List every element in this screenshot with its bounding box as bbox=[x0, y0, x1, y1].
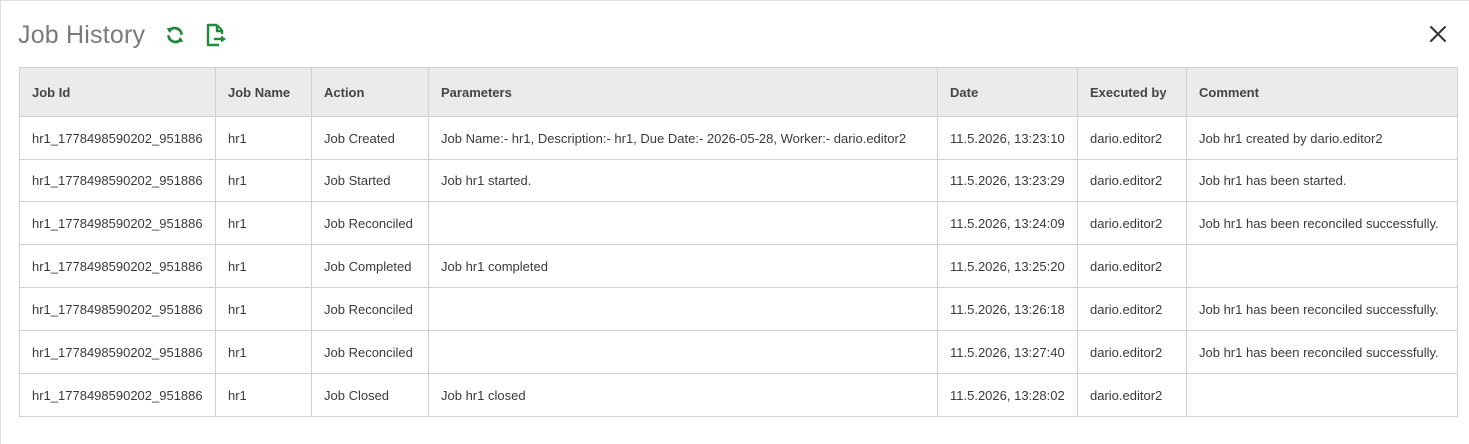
table-row[interactable]: hr1_1778498590202_951886 hr1 Job Reconci… bbox=[19, 287, 1458, 331]
cell-executed-by: dario.editor2 bbox=[1077, 373, 1187, 417]
cell-parameters: Job hr1 completed bbox=[428, 244, 938, 288]
table-row[interactable]: hr1_1778498590202_951886 hr1 Job Reconci… bbox=[19, 201, 1458, 245]
cell-parameters bbox=[428, 330, 938, 374]
cell-date: 11.5.2026, 13:25:20 bbox=[937, 244, 1078, 288]
cell-comment bbox=[1186, 244, 1458, 288]
cell-comment: Job hr1 has been reconciled successfully… bbox=[1186, 287, 1458, 331]
cell-comment: Job hr1 has been reconciled successfully… bbox=[1186, 330, 1458, 374]
job-history-dialog: Job History Job Id Job Name Action Param… bbox=[0, 0, 1469, 444]
cell-job-id: hr1_1778498590202_951886 bbox=[19, 116, 216, 160]
cell-job-id: hr1_1778498590202_951886 bbox=[19, 159, 216, 202]
cell-action: Job Reconciled bbox=[311, 287, 429, 331]
cell-job-id: hr1_1778498590202_951886 bbox=[19, 287, 216, 331]
cell-job-name: hr1 bbox=[215, 373, 312, 417]
cell-comment bbox=[1186, 373, 1458, 417]
cell-date: 11.5.2026, 13:24:09 bbox=[937, 201, 1078, 245]
cell-job-name: hr1 bbox=[215, 201, 312, 245]
column-header-action[interactable]: Action bbox=[311, 67, 429, 117]
job-history-table: Job Id Job Name Action Parameters Date E… bbox=[19, 67, 1458, 417]
column-header-parameters[interactable]: Parameters bbox=[428, 67, 938, 117]
column-header-executed-by[interactable]: Executed by bbox=[1077, 67, 1187, 117]
cell-job-name: hr1 bbox=[215, 244, 312, 288]
column-header-job-name[interactable]: Job Name bbox=[215, 67, 312, 117]
column-header-job-id[interactable]: Job Id bbox=[19, 67, 216, 117]
dialog-title: Job History bbox=[18, 20, 146, 49]
cell-job-id: hr1_1778498590202_951886 bbox=[19, 244, 216, 288]
close-button[interactable] bbox=[1425, 21, 1451, 47]
table-row[interactable]: hr1_1778498590202_951886 hr1 Job Reconci… bbox=[19, 330, 1458, 374]
cell-parameters bbox=[428, 287, 938, 331]
column-header-date[interactable]: Date bbox=[937, 67, 1078, 117]
cell-parameters bbox=[428, 201, 938, 245]
cell-comment: Job hr1 created by dario.editor2 bbox=[1186, 116, 1458, 160]
column-header-comment[interactable]: Comment bbox=[1186, 67, 1458, 117]
cell-job-name: hr1 bbox=[215, 116, 312, 160]
cell-job-name: hr1 bbox=[215, 330, 312, 374]
cell-date: 11.5.2026, 13:26:18 bbox=[937, 287, 1078, 331]
cell-date: 11.5.2026, 13:23:10 bbox=[937, 116, 1078, 160]
table-header-row: Job Id Job Name Action Parameters Date E… bbox=[19, 67, 1458, 117]
cell-comment: Job hr1 has been reconciled successfully… bbox=[1186, 201, 1458, 245]
cell-action: Job Created bbox=[311, 116, 429, 160]
cell-parameters: Job hr1 started. bbox=[428, 159, 938, 202]
cell-action: Job Completed bbox=[311, 244, 429, 288]
cell-parameters: Job hr1 closed bbox=[428, 373, 938, 417]
cell-job-id: hr1_1778498590202_951886 bbox=[19, 373, 216, 417]
dialog-header: Job History bbox=[18, 17, 228, 53]
table-row[interactable]: hr1_1778498590202_951886 hr1 Job Started… bbox=[19, 159, 1458, 202]
cell-action: Job Closed bbox=[311, 373, 429, 417]
cell-executed-by: dario.editor2 bbox=[1077, 330, 1187, 374]
refresh-icon bbox=[167, 26, 184, 44]
cell-executed-by: dario.editor2 bbox=[1077, 244, 1187, 288]
cell-executed-by: dario.editor2 bbox=[1077, 287, 1187, 331]
cell-action: Job Reconciled bbox=[311, 201, 429, 245]
export-button[interactable] bbox=[202, 22, 228, 48]
cell-job-id: hr1_1778498590202_951886 bbox=[19, 201, 216, 245]
cell-job-id: hr1_1778498590202_951886 bbox=[19, 330, 216, 374]
cell-executed-by: dario.editor2 bbox=[1077, 159, 1187, 202]
cell-date: 11.5.2026, 13:27:40 bbox=[937, 330, 1078, 374]
table-row[interactable]: hr1_1778498590202_951886 hr1 Job Complet… bbox=[19, 244, 1458, 288]
cell-job-name: hr1 bbox=[215, 287, 312, 331]
cell-executed-by: dario.editor2 bbox=[1077, 201, 1187, 245]
cell-action: Job Started bbox=[311, 159, 429, 202]
cell-parameters: Job Name:- hr1, Description:- hr1, Due D… bbox=[428, 116, 938, 160]
close-icon bbox=[1430, 26, 1446, 42]
export-icon bbox=[207, 23, 227, 47]
table-row[interactable]: hr1_1778498590202_951886 hr1 Job Closed … bbox=[19, 373, 1458, 417]
cell-job-name: hr1 bbox=[215, 159, 312, 202]
cell-date: 11.5.2026, 13:28:02 bbox=[937, 373, 1078, 417]
cell-date: 11.5.2026, 13:23:29 bbox=[937, 159, 1078, 202]
cell-executed-by: dario.editor2 bbox=[1077, 116, 1187, 160]
cell-action: Job Reconciled bbox=[311, 330, 429, 374]
refresh-button[interactable] bbox=[162, 22, 188, 48]
table-row[interactable]: hr1_1778498590202_951886 hr1 Job Created… bbox=[19, 116, 1458, 160]
cell-comment: Job hr1 has been started. bbox=[1186, 159, 1458, 202]
